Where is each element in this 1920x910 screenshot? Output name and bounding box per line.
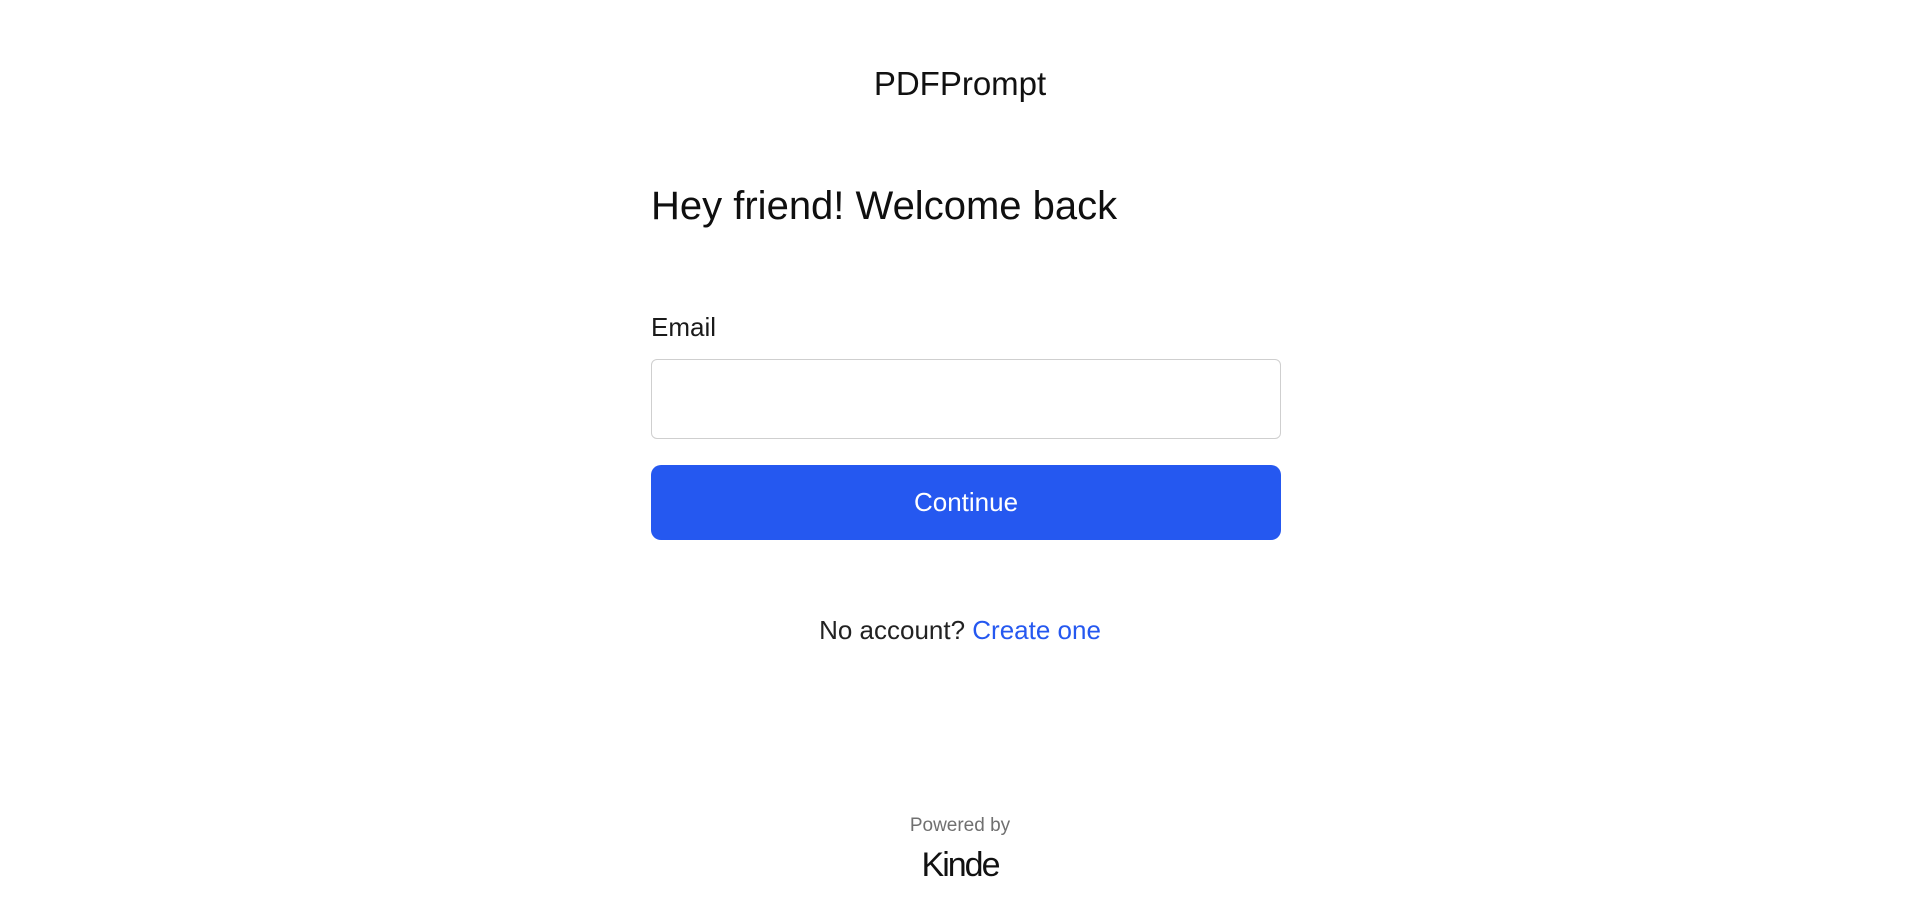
email-field[interactable]: [651, 359, 1281, 439]
login-card: Hey friend! Welcome back Email Continue: [651, 178, 1281, 540]
page-title: Hey friend! Welcome back: [651, 184, 1118, 228]
brand-name: PDFPrompt: [873, 65, 1047, 102]
continue-button[interactable]: Continue: [651, 465, 1281, 540]
kinde-logo: Kinde: [921, 846, 1001, 884]
powered-by-text: Powered by: [909, 815, 1011, 836]
login-page: PDFPrompt Hey friend! Welcome back Email…: [0, 0, 1920, 910]
email-label: Email: [651, 312, 717, 342]
no-account-text: No account?: [819, 615, 966, 645]
create-account-link[interactable]: Create one: [972, 615, 1101, 645]
signup-prompt: No account? Create one: [0, 613, 1920, 647]
